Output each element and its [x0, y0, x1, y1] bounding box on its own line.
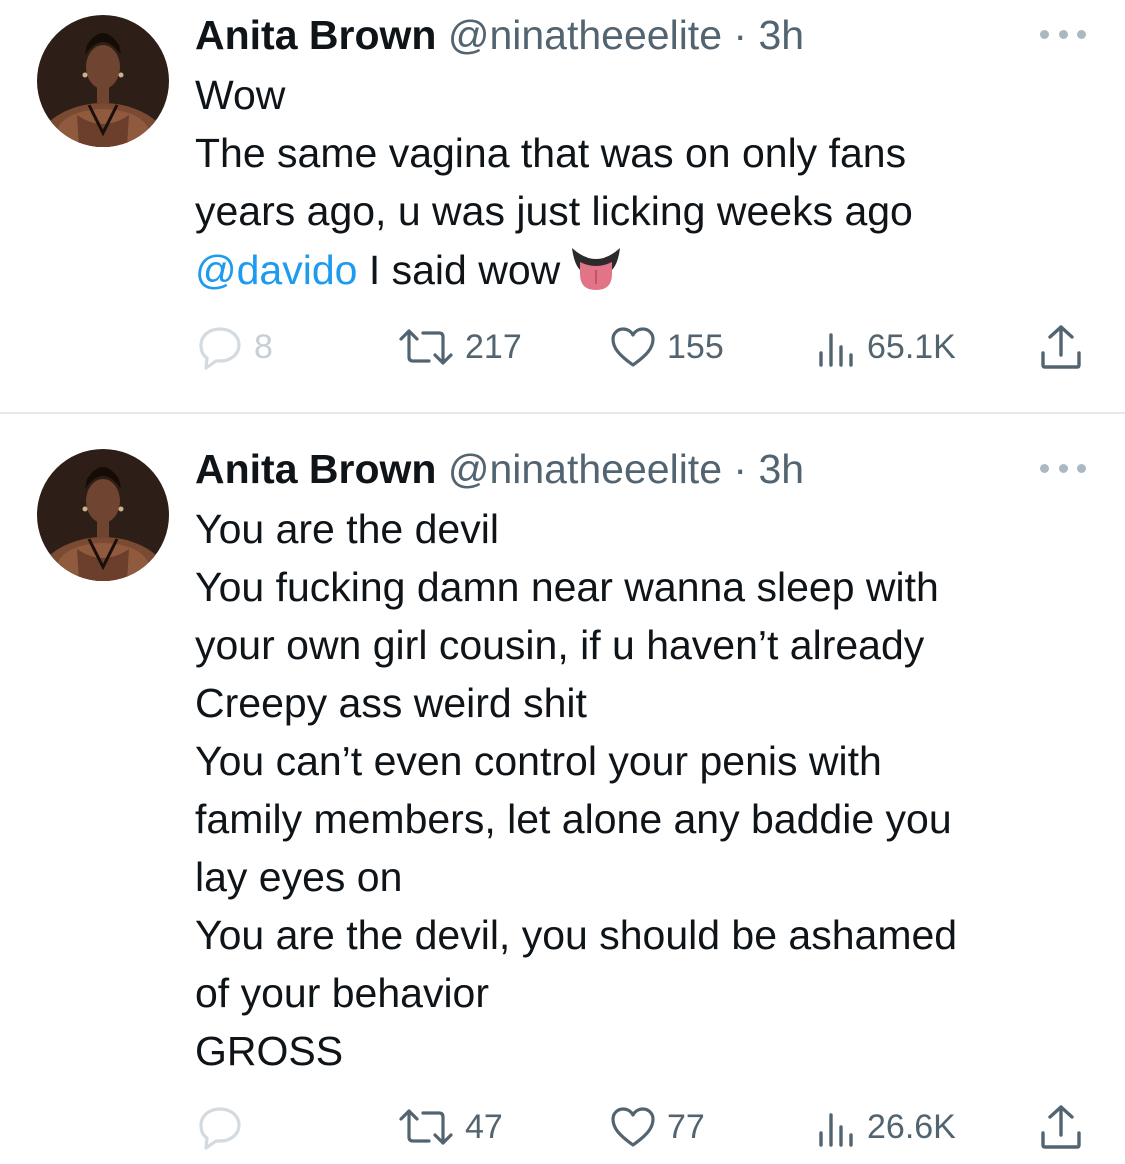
tweet-line: Creepy ass weird shit [195, 680, 587, 726]
views-count: 26.6K [867, 1107, 956, 1146]
heart-icon [609, 1105, 657, 1149]
views-icon [817, 1105, 857, 1149]
tweet[interactable]: Anita Brown @ninatheeelite · 3h You are … [0, 414, 1125, 1164]
views-count: 65.1K [867, 327, 956, 366]
more-icon[interactable] [1040, 26, 1086, 42]
tweet-line: @davido I said wow [195, 240, 1095, 307]
share-icon [1038, 323, 1084, 371]
retweet-count: 47 [465, 1107, 503, 1146]
tweet-line: The same vagina that was on only fans [195, 130, 907, 176]
tweet[interactable]: Anita Brown @ninatheeelite · 3h Wow The … [0, 0, 1125, 412]
tweet-line: You are the devil, you should be ashamed [195, 912, 958, 958]
retweet-count: 217 [465, 327, 522, 366]
share-icon [1038, 1103, 1084, 1151]
heart-icon [609, 325, 657, 369]
views-button[interactable]: 26.6K [817, 1102, 956, 1152]
tongue-emoji-icon [570, 240, 622, 307]
share-button[interactable] [1038, 322, 1084, 372]
reply-button[interactable]: 8 [196, 322, 273, 372]
author-name[interactable]: Anita Brown [195, 12, 436, 58]
retweet-button[interactable]: 47 [397, 1102, 503, 1152]
reply-count: 8 [254, 327, 273, 366]
tweet-line: You fucking damn near wanna sleep with [195, 564, 939, 610]
tweet-line-text: I said wow [357, 247, 561, 293]
tweet-line: your own girl cousin, if u haven’t alrea… [195, 622, 925, 668]
tweet-line: lay eyes on [195, 854, 403, 900]
tweet-line: family members, let alone any baddie you [195, 796, 952, 842]
timestamp[interactable]: 3h [758, 12, 804, 58]
tweet-line: of your behavior [195, 970, 490, 1016]
tweet-line: GROSS [195, 1028, 344, 1074]
tweet-actions: 8 217 155 65.1K [0, 322, 1125, 372]
tweet-line: years ago, u was just licking weeks ago [195, 188, 913, 234]
reply-icon [196, 1103, 244, 1151]
like-button[interactable]: 155 [609, 322, 724, 372]
tweet-actions: 47 77 26.6K [0, 1102, 1125, 1152]
avatar[interactable] [37, 15, 169, 147]
separator: · [733, 12, 748, 58]
tweet-line: You can’t even control your penis with [195, 738, 882, 784]
author-handle[interactable]: @ninatheeelite [448, 12, 722, 58]
like-count: 155 [667, 327, 724, 366]
retweet-button[interactable]: 217 [397, 322, 522, 372]
mention-link[interactable]: @davido [195, 247, 357, 293]
tweet-header: Anita Brown @ninatheeelite · 3h [195, 12, 804, 58]
tweet-header: Anita Brown @ninatheeelite · 3h [195, 446, 804, 492]
like-count: 77 [667, 1107, 705, 1146]
like-button[interactable]: 77 [609, 1102, 705, 1152]
views-icon [817, 325, 857, 369]
tweet-text: Wow The same vagina that was on only fan… [195, 66, 1095, 307]
reply-button[interactable] [196, 1102, 254, 1152]
tweet-line: Wow [195, 72, 286, 118]
author-handle[interactable]: @ninatheeelite [448, 446, 722, 492]
separator: · [733, 446, 748, 492]
retweet-icon [397, 327, 455, 367]
reply-icon [196, 323, 244, 371]
timestamp[interactable]: 3h [758, 446, 804, 492]
more-icon[interactable] [1040, 460, 1086, 476]
share-button[interactable] [1038, 1102, 1084, 1152]
views-button[interactable]: 65.1K [817, 322, 956, 372]
tweet-line: You are the devil [195, 506, 499, 552]
retweet-icon [397, 1107, 455, 1147]
tweet-text: You are the devil You fucking damn near … [195, 500, 1095, 1080]
avatar[interactable] [37, 449, 169, 581]
author-name[interactable]: Anita Brown [195, 446, 436, 492]
